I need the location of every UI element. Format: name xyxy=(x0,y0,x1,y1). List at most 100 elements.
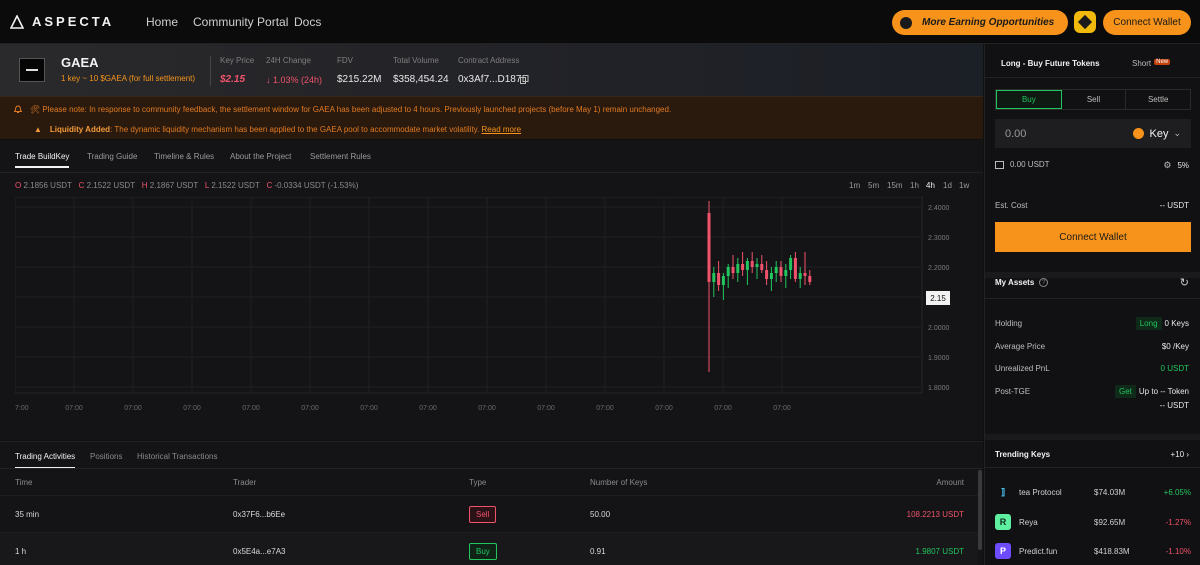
post-tge-tokens: Up to -- Token xyxy=(1138,387,1189,396)
tab-long[interactable]: Long - Buy Future Tokens xyxy=(1001,59,1100,68)
timeframe-15m[interactable]: 15m xyxy=(887,181,903,190)
trending-more-count: +10 xyxy=(1170,450,1185,459)
candle-body xyxy=(789,258,793,270)
table-row: 1 h 0x5E4a...e7A3 Buy 0.91 1.9807 USDT xyxy=(0,532,978,565)
x-tick-label: 07:00 xyxy=(537,405,555,412)
timeframe-4h[interactable]: 4h xyxy=(926,181,935,190)
holding-row-value: Long 0 Keys xyxy=(1135,317,1189,330)
my-assets-card: My Assets ? ↻ Holding Long 0 Keys Average… xyxy=(985,276,1200,442)
chevron-right-icon: › xyxy=(1186,450,1189,459)
binance-button[interactable] xyxy=(1074,11,1096,33)
timeframe-1h[interactable]: 1h xyxy=(910,181,919,190)
timeframe-1d[interactable]: 1d xyxy=(943,181,952,190)
balance-row: 0.00 USDT xyxy=(995,160,1050,169)
logo-icon xyxy=(10,14,24,29)
trending-item[interactable]: P Predict.fun $418.83M -1.10% xyxy=(995,538,1191,564)
trending-value: $74.03M xyxy=(1094,487,1126,497)
ohlc-change: -0.0334 USDT (-1.53%) xyxy=(274,181,359,190)
tab-trade-buildkey[interactable]: Trade BuildKey xyxy=(15,152,70,168)
candle-body xyxy=(745,261,749,270)
x-tick-label: 07:00 xyxy=(360,405,378,412)
fire-icon: ▲ xyxy=(34,125,42,134)
nav-community-portal[interactable]: Community Portal xyxy=(193,15,288,29)
contract-value: 0x3Af7...D187 xyxy=(458,74,522,85)
key-price-label: Key Price xyxy=(220,56,255,65)
tab-timeline-rules[interactable]: Timeline & Rules xyxy=(154,152,214,161)
segment-settle[interactable]: Settle xyxy=(1126,90,1190,109)
amount-input[interactable]: 0.00 Key ⌄ xyxy=(995,119,1191,148)
info-icon[interactable]: ? xyxy=(1039,278,1049,287)
pnl-label: Unrealized PnL xyxy=(995,364,1050,373)
copy-icon[interactable] xyxy=(520,75,529,84)
tab-about-project[interactable]: About the Project xyxy=(230,152,291,161)
timeframe-1w[interactable]: 1w xyxy=(959,181,969,190)
tab-positions[interactable]: Positions xyxy=(90,452,122,461)
trending-more[interactable]: +10 › xyxy=(1171,450,1189,459)
trending-name: Reya xyxy=(1019,517,1038,527)
nav-home[interactable]: Home xyxy=(146,15,178,29)
trending-title: Trending Keys xyxy=(995,450,1051,459)
y-tick-label: 2.0000 xyxy=(928,325,950,332)
x-tick-label: 07:00 xyxy=(773,405,791,412)
tab-historical-transactions[interactable]: Historical Transactions xyxy=(137,452,217,461)
candle-body xyxy=(803,273,807,276)
candle-body xyxy=(717,273,721,285)
token-selector[interactable]: Key ⌄ xyxy=(1133,128,1181,140)
header-type: Type xyxy=(469,478,487,487)
notice-line-2: ▲ Liquidity Added: The dynamic liquidity… xyxy=(34,125,521,134)
candle-body xyxy=(774,267,778,273)
row-time: 1 h xyxy=(15,547,27,556)
avg-price-label: Average Price xyxy=(995,342,1046,351)
connect-wallet-button[interactable]: Connect Wallet xyxy=(1103,10,1191,35)
candle-body xyxy=(798,273,802,279)
est-cost-label: Est. Cost xyxy=(995,201,1028,210)
tab-trading-activities[interactable]: Trading Activities xyxy=(15,452,76,469)
candle-body xyxy=(808,276,812,282)
slippage-setting[interactable]: ⚙ 5% xyxy=(1163,160,1189,171)
trade-form: Long - Buy Future Tokens Short New Buy Se… xyxy=(985,44,1200,272)
trades-panel: Trading Activities Positions Historical … xyxy=(0,441,983,565)
brand[interactable]: ASPECTA xyxy=(10,14,114,29)
tab-short[interactable]: Short New xyxy=(1132,59,1171,68)
row-trader[interactable]: 0x5E4a...e7A3 xyxy=(233,547,285,556)
tab-settlement-rules[interactable]: Settlement Rules xyxy=(310,152,371,161)
change-label: 24H Change xyxy=(266,56,311,65)
change-value: ↓ 1.03% (24h) xyxy=(266,75,323,85)
timeframe-5m[interactable]: 5m xyxy=(868,181,879,190)
timeframe-1m[interactable]: 1m xyxy=(849,181,860,190)
predict-fun-icon: P xyxy=(995,543,1011,559)
trending-item[interactable]: ⟧ tea Protocol $74.03M +6.05% xyxy=(995,479,1191,505)
price-chart[interactable]: 2.40002.30002.20002.10002.00001.90001.80… xyxy=(15,197,975,412)
trades-scrollbar[interactable] xyxy=(978,470,982,550)
earning-opportunities-button[interactable]: More Earning Opportunities xyxy=(892,10,1068,35)
header-keys: Number of Keys xyxy=(590,478,648,487)
y-tick-label: 2.2000 xyxy=(928,265,950,272)
get-tag: Get xyxy=(1114,385,1136,398)
candle-body xyxy=(731,267,735,273)
bell-icon xyxy=(14,105,22,113)
long-tag: Long xyxy=(1135,317,1162,330)
read-more-link[interactable]: Read more xyxy=(482,125,522,134)
buy-badge: Buy xyxy=(469,543,497,560)
assets-title-row: My Assets ? xyxy=(995,278,1049,287)
segment-buy[interactable]: Buy xyxy=(996,90,1062,109)
fdv-value: $215.22M xyxy=(337,74,382,85)
x-tick-label: 07:00 xyxy=(242,405,260,412)
trending-keys-card: Trending Keys +10 › ⟧ tea Protocol $74.0… xyxy=(985,440,1200,565)
candle-body xyxy=(793,258,797,279)
balance-value: 0.00 USDT xyxy=(1010,160,1050,169)
row-keys: 50.00 xyxy=(590,510,611,519)
tab-trading-guide[interactable]: Trading Guide xyxy=(87,152,137,161)
row-trader[interactable]: 0x37F6...b6Ee xyxy=(233,510,285,519)
nav-docs[interactable]: Docs xyxy=(294,15,321,29)
candle-body xyxy=(769,273,773,279)
connect-wallet-trade-button[interactable]: Connect Wallet xyxy=(995,222,1191,252)
ohlc-readout: O 2.1856 USDT C 2.1522 USDT H 2.1867 USD… xyxy=(15,181,359,190)
post-tge-value: Get Up to -- Token xyxy=(1114,385,1189,398)
trending-value: $418.83M xyxy=(1094,546,1130,556)
refresh-icon[interactable]: ↻ xyxy=(1180,276,1189,289)
x-tick-label: 07:00 xyxy=(65,405,83,412)
trending-item[interactable]: R Reya $92.65M -1.27% xyxy=(995,509,1191,535)
segment-sell[interactable]: Sell xyxy=(1062,90,1127,109)
new-badge: New xyxy=(1154,59,1171,65)
